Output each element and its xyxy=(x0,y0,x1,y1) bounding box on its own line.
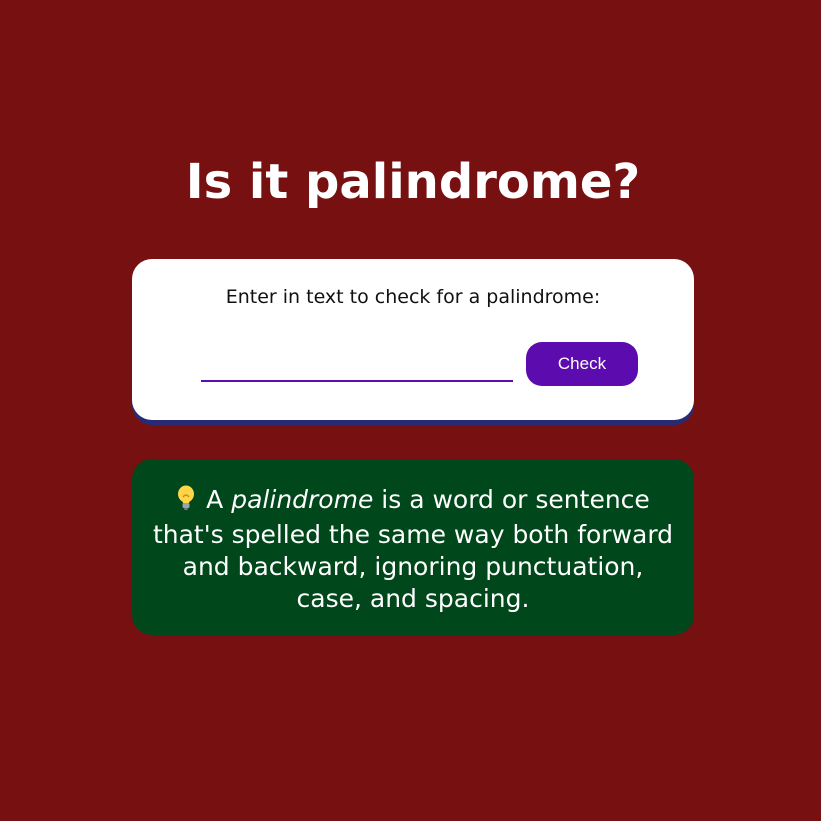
lightbulb-icon xyxy=(176,485,196,519)
page-title: Is it palindrome? xyxy=(185,154,641,210)
info-article: A xyxy=(206,485,224,514)
check-button[interactable]: Check xyxy=(526,342,638,386)
checker-card: Enter in text to check for a palindrome: xyxy=(132,259,694,420)
info-term: palindrome xyxy=(231,485,374,514)
info-text: A palindrome is a word or sentence that'… xyxy=(152,484,674,615)
text-input[interactable] xyxy=(201,350,513,382)
info-card: A palindrome is a word or sentence that'… xyxy=(132,459,694,635)
input-label: Enter in text to check for a palindrome: xyxy=(225,286,601,308)
